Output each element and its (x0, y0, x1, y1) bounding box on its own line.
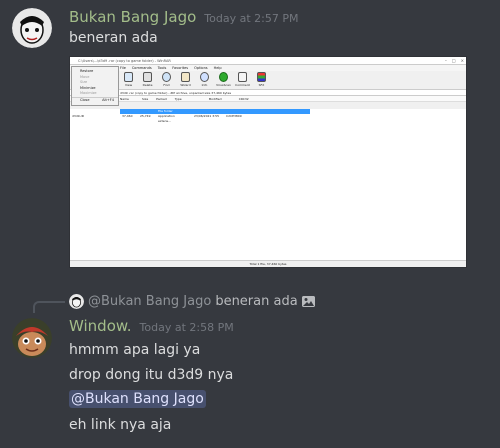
reply-username[interactable]: @Bukan Bang Jago (88, 294, 211, 309)
tool-info: Info (198, 72, 211, 89)
reply-spine (33, 301, 65, 313)
tool-delete: Delete (141, 72, 154, 89)
winrar-statusbar: Total 1 file, 37,460 bytes (70, 260, 466, 267)
winrar-toolbar: View Delete Find Wizard Info VirusScan C… (70, 71, 466, 90)
message-text: @Bukan Bang Jago (69, 390, 206, 408)
tool-view: View (122, 72, 135, 89)
winrar-file-list: File folder d3d9.dll 37,460 25,749 Appli… (70, 109, 466, 260)
menu-help: Help (213, 66, 222, 70)
delete-icon (143, 72, 152, 82)
user-mention[interactable]: @Bukan Bang Jago (69, 390, 206, 408)
file-row: d3d9.dll 37,460 25,749 Application exten… (70, 114, 466, 123)
col-name: Name (120, 97, 129, 101)
winrar-title: C:\Users\...\d3d9 .rar (copy to game fol… (78, 59, 171, 63)
tool-comment: Comment (235, 72, 250, 89)
close-icon: × (460, 58, 464, 63)
wizard-icon (181, 72, 190, 82)
tool-sfx: SFX (255, 72, 268, 89)
col-crc32: CRC32 (238, 97, 249, 101)
message-text: hmmm apa lagi ya (69, 342, 201, 358)
image-attachment[interactable]: C:\Users\...\d3d9 .rar (copy to game fol… (69, 56, 467, 268)
user-avatar[interactable] (12, 318, 52, 358)
timestamp: Today at 2:58 PM (139, 321, 234, 334)
menu-file: File (120, 66, 126, 70)
menu-options: Options (194, 66, 208, 70)
comment-icon (238, 72, 247, 82)
winrar-titlebar: C:\Users\...\d3d9 .rar (copy to game fol… (70, 57, 466, 65)
menu-tools: Tools (157, 66, 167, 70)
file-type: Application extens... (158, 114, 175, 123)
tool-find: Find (160, 72, 173, 89)
minimize-icon: – (444, 58, 447, 63)
col-type: Type (174, 97, 182, 101)
message-text: drop dong itu d3d9 nya (69, 367, 234, 383)
find-icon (162, 72, 171, 82)
user-avatar[interactable] (12, 8, 52, 48)
view-icon (124, 72, 133, 82)
file-name: d3d9.dll (72, 114, 85, 118)
sfx-icon (257, 72, 266, 82)
col-size: Size (142, 97, 149, 101)
window-context-menu: Restore Move Size Minimize Maximize Clos… (71, 66, 119, 106)
image-icon (301, 295, 315, 307)
tool-virusscan: VirusScan (216, 72, 231, 89)
timestamp: Today at 2:57 PM (204, 12, 299, 25)
menu-favorites: Favorites (172, 66, 189, 70)
username[interactable]: Window. (69, 317, 132, 335)
file-packed: 25,749 (140, 114, 151, 118)
reply-text: beneran ada (215, 293, 298, 309)
username[interactable]: Bukan Bang Jago (69, 8, 196, 26)
message-header: Window. Today at 2:58 PM (69, 317, 234, 335)
message-text: eh link nya aja (69, 417, 172, 433)
winrar-column-headers: Name Size Packed Type Modified CRC32 (70, 96, 466, 102)
col-packed: Packed (156, 97, 167, 101)
message-text: beneran ada (69, 30, 158, 46)
file-crc: C2CE3809 (226, 114, 242, 118)
reply-avatar (69, 293, 84, 309)
reply-reference[interactable]: @Bukan Bang Jago beneran ada (69, 292, 315, 310)
maximize-icon: □ (451, 58, 456, 63)
info-icon (200, 72, 209, 82)
tool-wizard: Wizard (179, 72, 192, 89)
col-modified: Modified (208, 97, 222, 101)
message-header: Bukan Bang Jago Today at 2:57 PM (69, 8, 298, 26)
menu-commands: Commands (131, 66, 152, 70)
file-modified: 23/06/2021 3:55 (194, 114, 219, 118)
virusscan-icon (219, 72, 228, 82)
ctx-close: Close Alt+F4 (72, 96, 118, 103)
file-size: 37,460 (122, 114, 133, 118)
